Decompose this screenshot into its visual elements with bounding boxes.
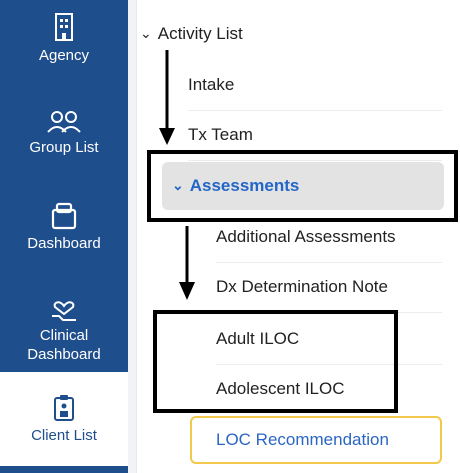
arrow-down-icon <box>159 50 175 145</box>
arrow-down-icon <box>179 226 195 300</box>
chevron-down-icon: ⌄ <box>140 24 152 41</box>
nav-label-client-list: Client List <box>31 427 97 444</box>
nav-item-clinical-dashboard[interactable]: Clinical Dashboard <box>0 296 128 364</box>
nav-label-group-list: Group List <box>29 139 99 156</box>
dashboard-icon <box>51 202 77 230</box>
tree-item-loc-recommendation[interactable]: LOC Recommendation <box>190 416 442 464</box>
nav-label-dashboard: Dashboard <box>27 235 101 252</box>
activity-list-label: Activity List <box>157 24 243 43</box>
tree-guide-line <box>136 0 137 473</box>
nav-label-agency: Agency <box>38 47 90 64</box>
nav-item-agency[interactable]: Agency <box>0 12 128 65</box>
tree-item-dx-determination-note[interactable]: Dx Determination Note <box>216 262 442 313</box>
nav-label-clinical-dashboard: Clinical Dashboard <box>27 327 101 363</box>
tx-team-label: Tx Team <box>188 125 253 144</box>
loc-recommendation-label: LOC Recommendation <box>216 430 389 449</box>
additional-assessments-label: Additional Assessments <box>216 227 396 246</box>
tree-item-intake[interactable]: Intake <box>188 60 442 111</box>
dx-determination-note-label: Dx Determination Note <box>216 277 388 296</box>
intake-label: Intake <box>188 75 235 94</box>
callout-box-assessments <box>147 150 458 222</box>
nav-item-group-list[interactable]: Group List <box>0 110 128 157</box>
clinical-dashboard-icon <box>52 301 76 321</box>
callout-box-iloc <box>153 310 398 413</box>
rail-separator <box>128 0 136 473</box>
nav-item-client-list[interactable]: Client List <box>0 372 128 466</box>
client-list-icon <box>54 395 74 421</box>
left-nav-rail: Agency Group List Dashboard Clinical Das… <box>0 0 128 473</box>
nav-item-dashboard[interactable]: Dashboard <box>0 200 128 253</box>
group-icon <box>47 111 81 133</box>
nav-rail-bottom-strip <box>0 466 128 473</box>
building-icon <box>55 13 73 41</box>
